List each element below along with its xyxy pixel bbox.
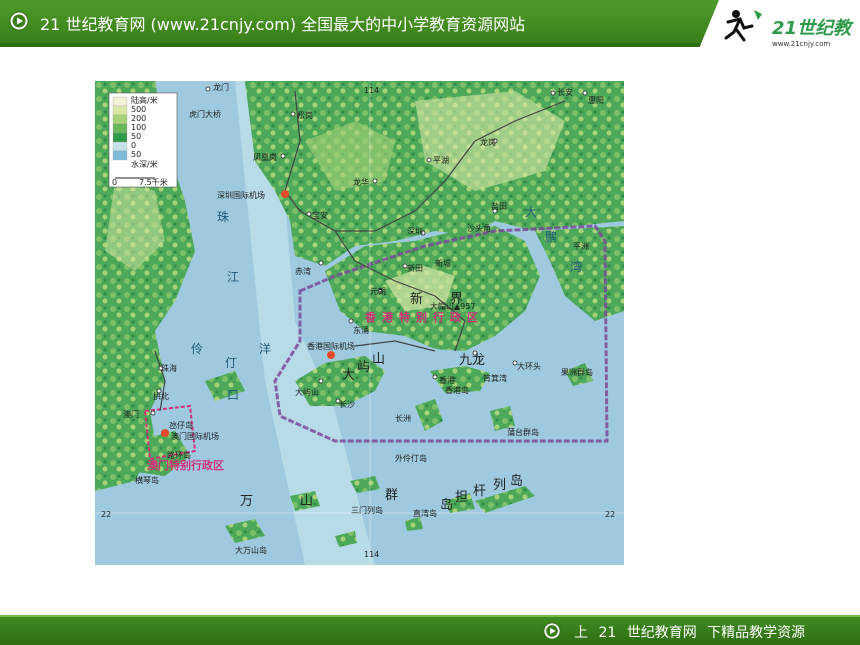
hk-sar-label: 香港特别行政区 [364,310,484,324]
place-label: 新田 [407,263,423,273]
legend-title-top: 陆高/米 [131,95,158,105]
logo-text: 21世纪教育 [772,18,854,39]
scale-zero: 0 [112,178,117,187]
place-label: 珠海 [161,363,177,373]
place-label: 横琴岛 [135,475,159,485]
place-label: 大环头 [517,361,541,371]
site-logo[interactable]: 21世纪教育 www.21cnjy.com [696,0,860,56]
legend-level: 50 [131,132,141,141]
scale-label: 7.5千米 [139,177,168,187]
legend-level: 100 [131,123,146,132]
place-label: 深圳 [407,226,423,236]
lon-label-bottom: 114 [364,550,379,559]
legend-level: 500 [131,105,146,114]
water-label: 仃 [225,356,237,370]
place-label: 澳门国际机场 [171,431,219,441]
place-label: 平洲 [573,242,589,251]
water-label: 山 [300,494,313,509]
place-label: 大万山岛 [235,545,267,555]
place-label: 元朗 [370,286,386,296]
water-label: 担 [455,490,468,505]
water-label: 杆 [473,484,486,499]
region-label: 大 [342,368,355,383]
place-label: 拱北 [153,391,169,401]
lat-label-right: 22 [605,510,615,519]
legend-title-bottom: 水深/米 [131,159,158,169]
region-label: 山 [372,352,385,367]
legend-level: 0 [131,141,136,150]
play-icon[interactable] [9,11,29,31]
pearl-river-delta-map: 陆高/米 500 200 100 50 0 50 水深/米 0 7.5千米 11… [95,81,624,565]
water-label: 岛 [440,497,453,513]
place-label: 新墟 [435,258,451,268]
place-label: 香港岛 [445,385,469,395]
region-label: 界 [450,292,463,307]
place-label: 宝安 [312,210,328,220]
play-icon[interactable] [543,622,561,640]
region-label: 新 [410,291,423,307]
legend-level: 200 [131,114,146,123]
region-label: 屿 [357,360,370,375]
place-label: 惠阳 [588,95,604,105]
place-label: 平湖 [433,156,449,165]
lon-label-top: 114 [364,86,379,95]
place-label: 长沙 [339,399,355,409]
footer-bar: 上 21 世纪教育网 下精品教学资源 [0,617,860,645]
place-label: 外伶仃岛 [395,453,427,463]
place-label: 赤湾 [295,266,311,276]
water-label: 鹏 [545,230,557,244]
water-label: 群 [385,488,398,503]
place-label: 长洲 [395,413,411,423]
place-label: 香港 [439,375,455,385]
place-label: 虎门大桥 [189,109,221,119]
place-label: 澳门 [123,409,139,419]
macau-sar-label: 澳门特别行政区 [147,458,224,472]
water-label: 口 [227,388,239,402]
place-label: 蒲台群岛 [507,427,539,437]
runner-icon [724,10,762,42]
place-label: 龙华 [353,177,369,187]
place-label: 龙岗 [480,137,496,147]
place-label: 东涌 [353,325,369,335]
lat-label-left: 22 [101,510,111,519]
place-label: 香港国际机场 [307,341,355,351]
region-label: 九龙 [459,353,485,368]
water-label: 大 [525,205,537,219]
place-label: 凤凰岗 [253,153,277,162]
place-label: 龙门 [213,82,229,92]
water-label: 洋 [259,341,271,356]
water-label: 江 [227,270,239,284]
header-title: 21 世纪教育网 (www.21cnjy.com) 全国最大的中小学教育资源网站 [40,15,526,34]
place-label: 直湾岛 [413,508,437,518]
place-label: 松岗 [297,110,313,120]
place-label: 沙头角 [467,223,491,233]
footer-slogan: 上 21 世纪教育网 下精品教学资源 [574,625,806,641]
place-label: 三门列岛 [351,505,383,515]
water-label: 伶 [191,342,203,356]
elevation-legend: 陆高/米 500 200 100 50 0 50 水深/米 0 7.5千米 [108,92,178,188]
water-label: 岛 [510,473,523,489]
place-label: 氹仔岛 [169,420,193,430]
place-label: 盐田 [491,201,507,211]
place-label: 长安 [557,87,573,97]
place-label: 果洲群岛 [561,367,593,377]
logo-url: www.21cnjy.com [772,40,830,48]
water-label: 列 [493,478,506,493]
water-label: 湾 [570,259,582,274]
legend-level: 50 [131,150,141,159]
water-label: 万 [240,494,253,509]
place-label: 筲箕湾 [483,373,507,383]
place-label: 深圳国际机场 [217,190,265,200]
water-label: 珠 [217,210,229,224]
place-label: 大屿山 [295,387,319,397]
